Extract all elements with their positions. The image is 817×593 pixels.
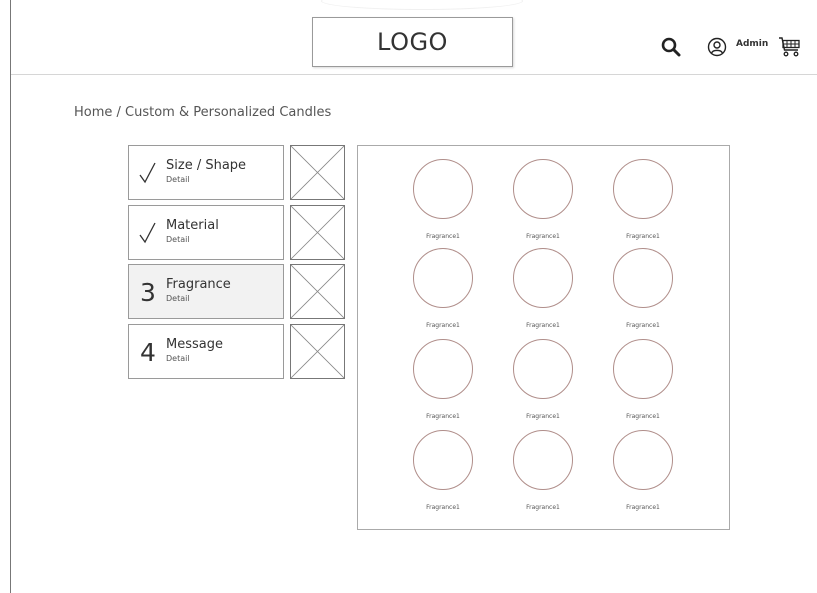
step-size-shape[interactable]: Size / Shape Detail [128, 145, 284, 200]
user-icon[interactable] [706, 36, 728, 58]
step-number: 3 [140, 277, 156, 307]
step-detail: Detail [166, 294, 190, 303]
fragrance-option[interactable]: Fragrance1 [403, 159, 483, 244]
fragrance-swatch[interactable] [513, 159, 573, 219]
fragrance-swatch[interactable] [613, 430, 673, 490]
fragrance-swatch[interactable] [613, 248, 673, 308]
fragrance-swatch[interactable] [613, 159, 673, 219]
step-material[interactable]: Material Detail [128, 205, 284, 260]
logo[interactable]: LOGO [312, 17, 513, 67]
breadcrumb[interactable]: Home / Custom & Personalized Candles [74, 105, 331, 120]
fragrance-swatch[interactable] [413, 339, 473, 399]
fragrance-label: Fragrance1 [526, 413, 560, 420]
fragrance-swatch[interactable] [513, 339, 573, 399]
step-detail: Detail [166, 235, 190, 244]
fragrance-label: Fragrance1 [526, 504, 560, 511]
step-title: Fragrance [166, 277, 231, 292]
fragrance-swatch[interactable] [513, 248, 573, 308]
step-fragrance[interactable]: 3 Fragrance Detail [128, 264, 284, 319]
image-placeholder [290, 205, 345, 260]
fragrance-label: Fragrance1 [426, 504, 460, 511]
fragrance-option[interactable]: Fragrance1 [403, 248, 483, 333]
image-placeholder [290, 264, 345, 319]
fragrance-option[interactable]: Fragrance1 [603, 159, 683, 244]
fragrance-option[interactable]: Fragrance1 [403, 339, 483, 424]
step-detail: Detail [166, 175, 190, 184]
fragrance-option[interactable]: Fragrance1 [603, 248, 683, 333]
cart-icon[interactable] [777, 35, 803, 59]
image-placeholder [290, 324, 345, 379]
page-frame: LOGO Admin Home / Custom & Personalized … [10, 0, 817, 593]
site-header: LOGO Admin [11, 0, 817, 75]
fragrance-label: Fragrance1 [626, 413, 660, 420]
fragrance-swatch[interactable] [413, 248, 473, 308]
fragrance-label: Fragrance1 [426, 233, 460, 240]
step-detail: Detail [166, 354, 190, 363]
image-placeholder [290, 145, 345, 200]
check-icon [137, 218, 159, 248]
fragrance-option[interactable]: Fragrance1 [503, 159, 583, 244]
fragrance-label: Fragrance1 [626, 233, 660, 240]
fragrance-label: Fragrance1 [426, 322, 460, 329]
fragrance-option[interactable]: Fragrance1 [403, 430, 483, 515]
step-title: Material [166, 218, 219, 233]
user-name[interactable]: Admin [736, 39, 768, 49]
fragrance-label: Fragrance1 [626, 504, 660, 511]
fragrance-label: Fragrance1 [426, 413, 460, 420]
fragrance-label: Fragrance1 [526, 233, 560, 240]
fragrance-option[interactable]: Fragrance1 [603, 339, 683, 424]
step-message[interactable]: 4 Message Detail [128, 324, 284, 379]
fragrance-swatch[interactable] [413, 159, 473, 219]
fragrance-swatch[interactable] [613, 339, 673, 399]
fragrance-grid: Fragrance1 Fragrance1 Fragrance1 Fragran… [357, 145, 730, 530]
fragrance-label: Fragrance1 [626, 322, 660, 329]
step-number: 4 [140, 337, 156, 367]
fragrance-swatch[interactable] [413, 430, 473, 490]
fragrance-label: Fragrance1 [526, 322, 560, 329]
fragrance-option[interactable]: Fragrance1 [503, 339, 583, 424]
search-icon[interactable] [660, 36, 682, 58]
fragrance-option[interactable]: Fragrance1 [503, 248, 583, 333]
step-title: Size / Shape [166, 158, 247, 173]
fragrance-swatch[interactable] [513, 430, 573, 490]
fragrance-option[interactable]: Fragrance1 [503, 430, 583, 515]
check-icon [137, 158, 159, 188]
fragrance-option[interactable]: Fragrance1 [603, 430, 683, 515]
step-title: Message [166, 337, 223, 352]
